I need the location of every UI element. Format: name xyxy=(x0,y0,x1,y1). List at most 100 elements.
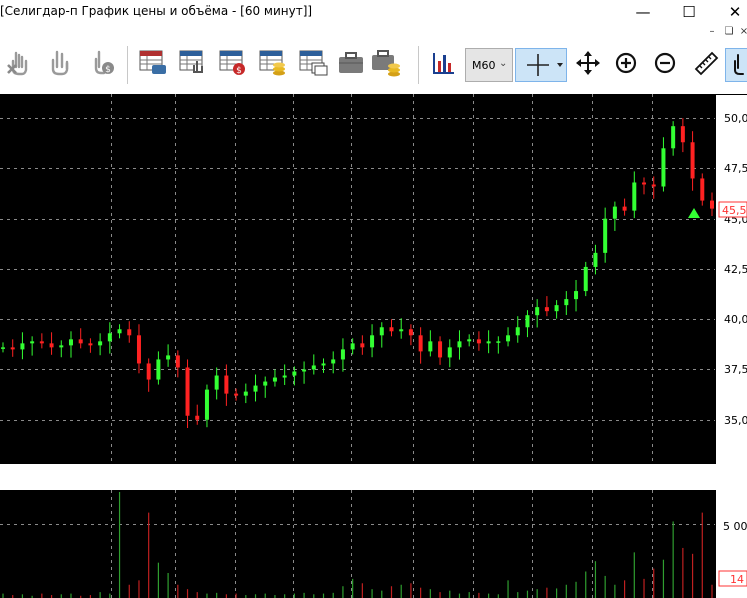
candle-body xyxy=(457,341,462,348)
candle-body xyxy=(340,349,345,360)
table-handshake-icon[interactable] xyxy=(137,47,169,79)
candle-body xyxy=(467,339,472,342)
timeframe-value: M60 xyxy=(472,59,496,72)
candle-body xyxy=(282,375,287,378)
mdi-close-icon[interactable]: × xyxy=(735,26,747,40)
candle-body xyxy=(350,343,355,350)
candle-body xyxy=(700,178,705,201)
candle-body xyxy=(438,341,443,358)
volume-panel[interactable] xyxy=(0,490,715,598)
price-tick-label: 35,0 xyxy=(724,414,747,427)
candle-body xyxy=(554,305,559,312)
last-volume-label: 14 xyxy=(730,573,744,586)
candle-body xyxy=(321,363,326,366)
volume-tick-label: 5 000 xyxy=(723,520,747,533)
candle-body xyxy=(272,377,277,382)
candle-body xyxy=(10,347,15,350)
candle-body xyxy=(574,291,579,300)
candle-body xyxy=(379,327,384,336)
hand-x-icon[interactable] xyxy=(2,47,34,79)
briefcase-coins-icon[interactable] xyxy=(370,47,402,79)
mdi-minimize-icon[interactable]: – xyxy=(703,26,721,40)
candle-body xyxy=(117,329,122,334)
candle-body xyxy=(622,206,627,211)
svg-text:$: $ xyxy=(105,65,111,75)
zoom-out-icon[interactable] xyxy=(649,47,681,79)
candle-body xyxy=(418,335,423,352)
candle-body xyxy=(690,142,695,179)
candle-body xyxy=(632,182,637,211)
table-ruble-icon[interactable]: $ xyxy=(217,47,249,79)
table-coins-icon[interactable] xyxy=(257,47,289,79)
price-panel[interactable] xyxy=(0,94,715,464)
hand-pointer-icon xyxy=(734,54,744,75)
candle-body xyxy=(399,329,404,332)
close-icon[interactable]: ✕ xyxy=(712,0,747,24)
table-hand-icon[interactable] xyxy=(177,47,209,79)
candle-body xyxy=(243,391,248,396)
candle-body xyxy=(603,218,608,253)
price-volume-chart[interactable]: 50,047,545,042,540,037,535,0 45,5 5 000 … xyxy=(0,94,747,598)
candle-body xyxy=(20,343,25,350)
move-icon[interactable] xyxy=(572,47,604,79)
candle-body xyxy=(680,126,685,143)
candle-body xyxy=(612,206,617,219)
candle-body xyxy=(564,299,569,306)
maximize-icon[interactable]: ☐ xyxy=(666,0,712,24)
hand-pointer-button[interactable] xyxy=(725,48,747,82)
candle-body xyxy=(30,341,35,344)
candle-body xyxy=(476,339,481,344)
toolbar-separator xyxy=(418,46,419,84)
title-bar: [Селигдар-п График цены и объёма - [60 м… xyxy=(0,0,747,24)
candle-body xyxy=(311,365,316,370)
crosshair-icon xyxy=(527,54,563,76)
svg-text:$: $ xyxy=(236,66,242,76)
candle-body xyxy=(486,341,491,344)
briefcase-icon[interactable] xyxy=(335,47,367,79)
hand-two-fingers-icon[interactable] xyxy=(44,47,76,79)
crosshair-button[interactable] xyxy=(515,48,567,82)
candle-body xyxy=(583,266,588,292)
chevron-down-icon: ⌄ xyxy=(499,58,508,69)
candle-body xyxy=(175,355,180,368)
candle-body xyxy=(651,184,656,187)
candle-body xyxy=(671,126,676,149)
minimize-icon[interactable]: — xyxy=(620,0,666,24)
candle-body xyxy=(292,371,297,376)
candle-body xyxy=(107,333,112,342)
candle-body xyxy=(593,252,598,267)
candle-body xyxy=(360,343,365,348)
price-tick-labels: 50,047,545,042,540,037,535,0 xyxy=(724,112,747,427)
candle-body xyxy=(166,355,171,360)
candle-body xyxy=(234,393,239,396)
candle-body xyxy=(195,415,200,420)
window-title: [Селигдар-п График цены и объёма - [60 м… xyxy=(0,4,313,18)
candle-body xyxy=(544,307,549,312)
candle-body xyxy=(253,385,258,392)
candle-body xyxy=(185,367,190,416)
bar-chart-icon[interactable] xyxy=(428,47,460,79)
candle-body xyxy=(136,335,141,364)
candle-body xyxy=(496,341,501,343)
candle-body xyxy=(263,381,268,386)
candle-body xyxy=(535,307,540,316)
candle-body xyxy=(661,148,666,187)
candle-body xyxy=(98,341,103,346)
zoom-in-icon[interactable] xyxy=(610,47,642,79)
candle-body xyxy=(428,341,433,352)
toolbar-separator xyxy=(127,46,128,84)
hand-money-icon[interactable]: $ xyxy=(86,47,118,79)
candle-body xyxy=(214,375,219,390)
table-stack-icon[interactable] xyxy=(297,47,329,79)
candle-body xyxy=(302,369,307,372)
timeframe-select[interactable]: M60 ⌄ xyxy=(465,48,513,82)
candle-body xyxy=(49,343,54,348)
candle-body xyxy=(642,182,647,185)
ruler-icon[interactable] xyxy=(690,47,722,79)
price-tick-label: 47,5 xyxy=(724,162,747,175)
candle-body xyxy=(146,363,151,380)
candle-body xyxy=(39,341,44,344)
price-tick-label: 42,5 xyxy=(724,263,747,276)
candle-body xyxy=(370,335,375,348)
price-tick-label: 50,0 xyxy=(724,112,747,125)
